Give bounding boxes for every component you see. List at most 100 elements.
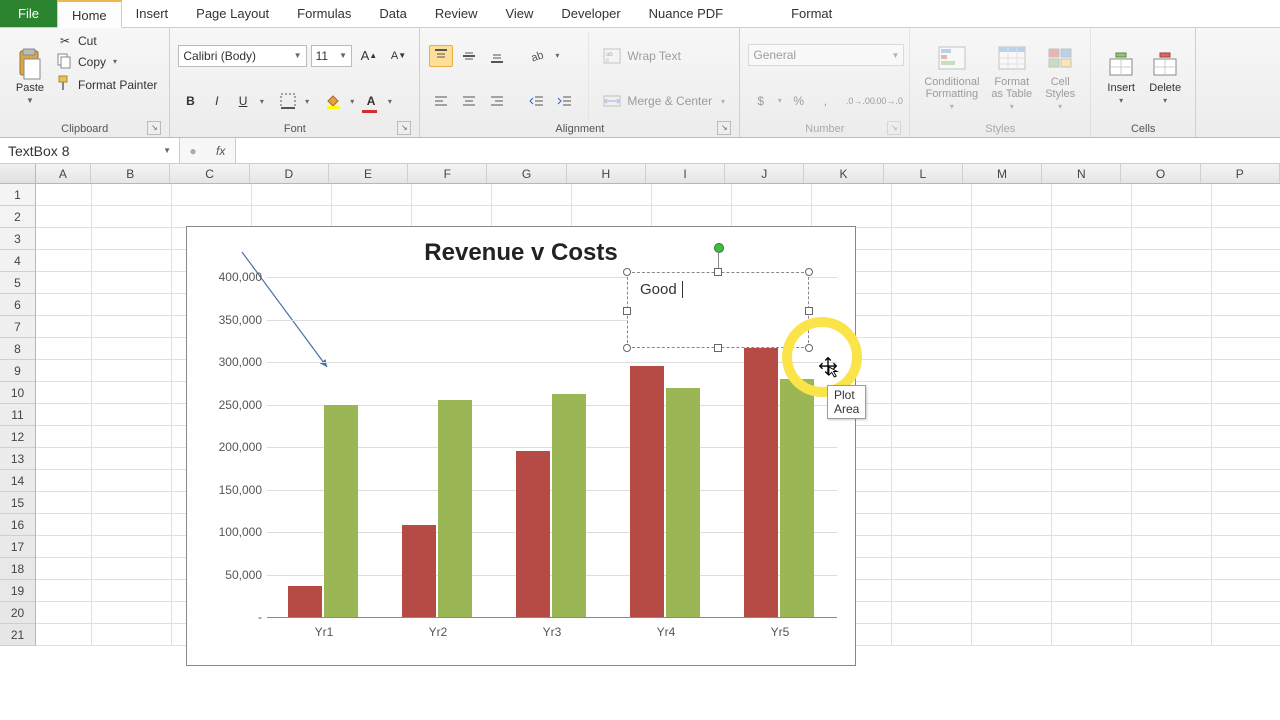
tab-format-contextual[interactable]: Format xyxy=(777,0,846,27)
resize-handle[interactable] xyxy=(714,268,722,276)
col-header[interactable]: J xyxy=(725,164,804,183)
number-format-combo[interactable]: General▼ xyxy=(748,44,904,66)
dialog-launcher-icon[interactable]: ↘ xyxy=(147,121,161,135)
row-header[interactable]: 12 xyxy=(0,426,35,448)
font-size-combo[interactable]: 11▼ xyxy=(311,45,353,67)
col-header[interactable]: E xyxy=(329,164,408,183)
dialog-launcher-icon[interactable]: ↘ xyxy=(717,121,731,135)
chart-object[interactable]: Revenue v Costs -50,000100,000150,000200… xyxy=(186,226,856,666)
align-center-button[interactable] xyxy=(457,90,481,112)
row-header[interactable]: 18 xyxy=(0,558,35,580)
row-header[interactable]: 3 xyxy=(0,228,35,250)
align-middle-button[interactable] xyxy=(457,45,481,67)
decrease-decimal-button[interactable]: .00→.0 xyxy=(876,90,900,112)
wrap-text-button[interactable]: abc Wrap Text xyxy=(603,48,728,64)
tab-review[interactable]: Review xyxy=(421,0,492,27)
copy-button[interactable]: Copy ▾ xyxy=(56,52,157,71)
col-header[interactable]: N xyxy=(1042,164,1121,183)
increase-decimal-button[interactable]: .0→.00 xyxy=(848,90,872,112)
row-header[interactable]: 5 xyxy=(0,272,35,294)
row-header[interactable]: 7 xyxy=(0,316,35,338)
col-header[interactable]: G xyxy=(487,164,566,183)
textbox-shape[interactable]: Good xyxy=(627,272,809,348)
fx-label[interactable]: fx xyxy=(206,144,235,158)
col-header[interactable]: O xyxy=(1121,164,1200,183)
increase-font-button[interactable]: A▲ xyxy=(357,45,381,67)
col-header[interactable]: K xyxy=(804,164,883,183)
italic-button[interactable]: I xyxy=(206,90,228,112)
dialog-launcher-icon[interactable]: ↘ xyxy=(887,121,901,135)
bar-costs[interactable] xyxy=(552,394,586,617)
resize-handle[interactable] xyxy=(805,307,813,315)
col-header[interactable]: P xyxy=(1201,164,1280,183)
col-header[interactable]: A xyxy=(36,164,91,183)
tab-nuance-pdf[interactable]: Nuance PDF xyxy=(635,0,737,27)
name-box[interactable]: TextBox 8 ▼ xyxy=(0,138,180,163)
align-right-button[interactable] xyxy=(485,90,509,112)
bar-revenue[interactable] xyxy=(744,337,778,618)
col-header[interactable]: I xyxy=(646,164,725,183)
bold-button[interactable]: B xyxy=(179,90,201,112)
row-header[interactable]: 15 xyxy=(0,492,35,514)
row-header[interactable]: 10 xyxy=(0,382,35,404)
comma-button[interactable]: , xyxy=(814,90,837,112)
decrease-font-button[interactable]: A▼ xyxy=(387,45,411,67)
col-header[interactable]: D xyxy=(250,164,329,183)
cell-styles-button[interactable]: Cell Styles▾ xyxy=(1038,32,1082,121)
delete-cells-button[interactable]: Delete▾ xyxy=(1143,32,1187,121)
row-header[interactable]: 17 xyxy=(0,536,35,558)
formula-input[interactable] xyxy=(235,138,1280,163)
bar-costs[interactable] xyxy=(324,405,358,618)
orientation-button[interactable]: ab xyxy=(525,45,549,67)
conditional-formatting-button[interactable]: Conditional Formatting▾ xyxy=(918,32,985,121)
tab-data[interactable]: Data xyxy=(365,0,420,27)
rotate-handle[interactable] xyxy=(714,243,724,253)
row-header[interactable]: 1 xyxy=(0,184,35,206)
format-as-table-button[interactable]: Format as Table▾ xyxy=(985,32,1038,121)
row-header[interactable]: 2 xyxy=(0,206,35,228)
currency-button[interactable]: $ xyxy=(749,90,772,112)
row-header[interactable]: 11 xyxy=(0,404,35,426)
tab-page-layout[interactable]: Page Layout xyxy=(182,0,283,27)
row-header[interactable]: 19 xyxy=(0,580,35,602)
tab-file[interactable]: File xyxy=(0,0,57,27)
cut-button[interactable]: ✂ Cut xyxy=(56,34,157,48)
tab-view[interactable]: View xyxy=(491,0,547,27)
bar-revenue[interactable] xyxy=(288,586,322,617)
font-family-combo[interactable]: Calibri (Body)▼ xyxy=(178,45,306,67)
tab-formulas[interactable]: Formulas xyxy=(283,0,365,27)
bar-costs[interactable] xyxy=(666,388,700,618)
col-header[interactable]: M xyxy=(963,164,1042,183)
row-header[interactable]: 8 xyxy=(0,338,35,360)
decrease-indent-button[interactable] xyxy=(525,90,549,112)
col-header[interactable]: H xyxy=(567,164,646,183)
row-header[interactable]: 21 xyxy=(0,624,35,646)
textbox-text[interactable]: Good xyxy=(640,281,683,298)
col-header[interactable]: F xyxy=(408,164,487,183)
tab-developer[interactable]: Developer xyxy=(547,0,634,27)
bar-revenue[interactable] xyxy=(630,366,664,617)
bar-costs[interactable] xyxy=(438,400,472,617)
row-header[interactable]: 14 xyxy=(0,470,35,492)
select-all-corner[interactable] xyxy=(0,164,36,183)
bar-revenue[interactable] xyxy=(516,451,550,617)
resize-handle[interactable] xyxy=(623,307,631,315)
dialog-launcher-icon[interactable]: ↘ xyxy=(397,121,411,135)
bar-revenue[interactable] xyxy=(402,525,436,617)
col-header[interactable]: C xyxy=(170,164,249,183)
fill-color-button[interactable] xyxy=(322,90,344,112)
align-top-button[interactable] xyxy=(429,45,453,67)
resize-handle[interactable] xyxy=(805,268,813,276)
align-left-button[interactable] xyxy=(429,90,453,112)
align-bottom-button[interactable] xyxy=(485,45,509,67)
tab-insert[interactable]: Insert xyxy=(122,0,183,27)
percent-button[interactable]: % xyxy=(787,90,810,112)
row-header[interactable]: 13 xyxy=(0,448,35,470)
worksheet-grid[interactable]: A B C D E F G H I J K L M N O P 12345678… xyxy=(0,164,1280,720)
row-header[interactable]: 4 xyxy=(0,250,35,272)
insert-cells-button[interactable]: Insert▾ xyxy=(1099,32,1143,121)
bar-costs[interactable] xyxy=(780,379,814,617)
resize-handle[interactable] xyxy=(623,268,631,276)
col-header[interactable]: B xyxy=(91,164,170,183)
row-header[interactable]: 16 xyxy=(0,514,35,536)
